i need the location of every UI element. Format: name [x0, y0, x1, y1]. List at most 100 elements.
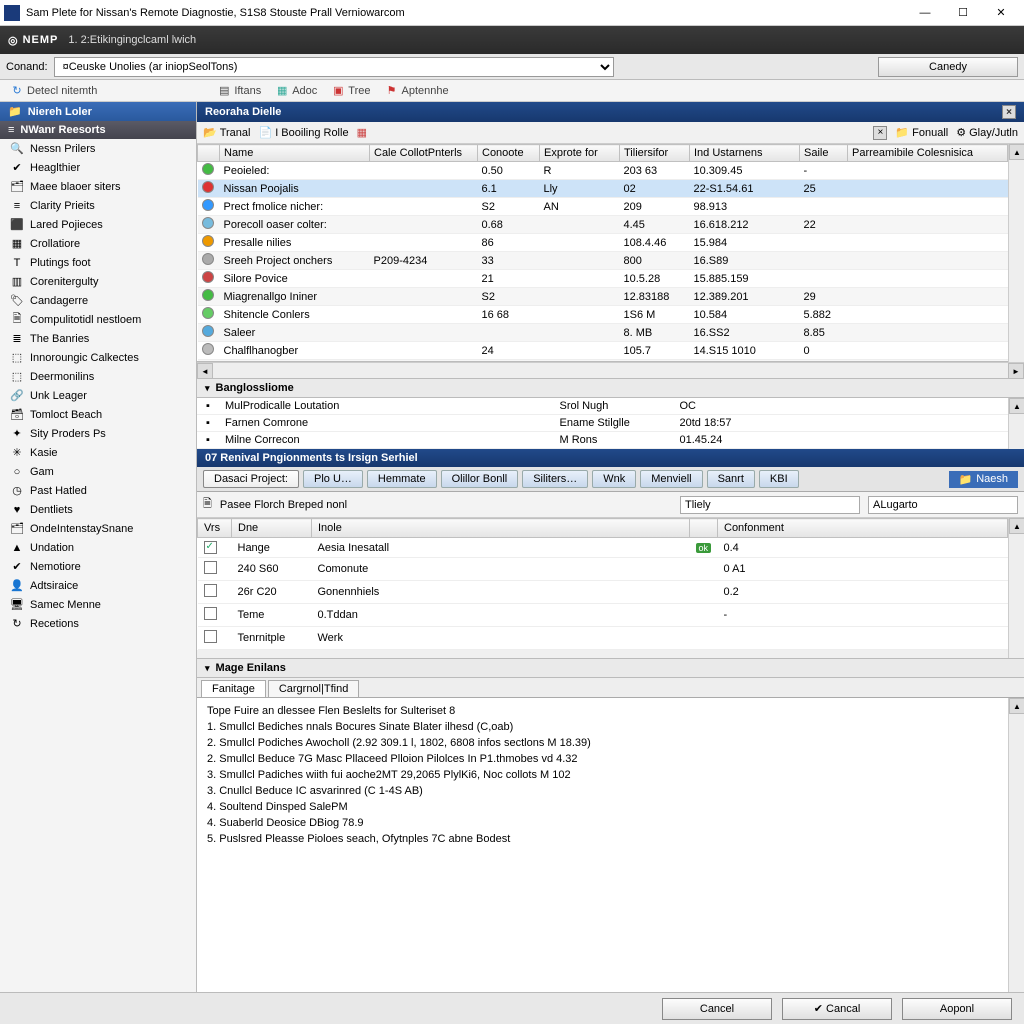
- cancel-button-1[interactable]: Cancel: [662, 998, 772, 1020]
- tranal-group[interactable]: 📂Tranal: [203, 126, 250, 139]
- table-row[interactable]: Miagrenallgo IninerS212.8318812.389.2012…: [198, 288, 1008, 306]
- sidebar-item[interactable]: ◷Past Hatled: [0, 481, 196, 500]
- adoc-item[interactable]: ▦Adoc: [271, 84, 321, 98]
- command-select[interactable]: ¤Ceuske Unolies (ar iniopSeolTons): [54, 57, 614, 77]
- sidebar-item[interactable]: ✔Heaglthier: [0, 158, 196, 177]
- cancel-button-2[interactable]: ✔ Cancal: [782, 998, 892, 1020]
- column-header[interactable]: Vrs: [198, 519, 232, 538]
- table-row[interactable]: Peoieled:0.50R203 6310.309.45-: [198, 162, 1008, 180]
- close-button[interactable]: ✕: [982, 2, 1020, 24]
- task-row[interactable]: TenrnitpleWerk: [198, 627, 1008, 650]
- tab[interactable]: Dasaci Project:: [203, 470, 299, 488]
- tree-item[interactable]: ▣Tree: [327, 84, 374, 98]
- sidebar-item[interactable]: ○Gam: [0, 462, 196, 481]
- sidebar-item[interactable]: ✔Nemotiore: [0, 557, 196, 576]
- table-row[interactable]: Sreeh Project onchersP209-42343380016.S8…: [198, 252, 1008, 270]
- msg-tab-1[interactable]: Cargrnol|Tfind: [268, 680, 360, 697]
- sidebar-item[interactable]: ≡Clarity Prieits: [0, 196, 196, 215]
- scroll-up-icon[interactable]: ▲: [1009, 144, 1024, 160]
- column-header[interactable]: Tiliersifor: [620, 145, 690, 162]
- tab[interactable]: KBI: [759, 470, 799, 488]
- table-row[interactable]: Nissan Poojalis6.1Lly0222-S1.54.6125: [198, 180, 1008, 198]
- iftans-item[interactable]: ▤Iftans: [213, 84, 265, 98]
- scroll-left-icon[interactable]: ◄: [197, 363, 213, 379]
- column-header[interactable]: Confonment: [718, 519, 1008, 538]
- tab[interactable]: Siliters…: [522, 470, 588, 488]
- sidebar-item[interactable]: ⬚Deermonilins: [0, 367, 196, 386]
- tab[interactable]: Olillor Bonll: [441, 470, 519, 488]
- aptennhe-item[interactable]: ⚑Aptennhe: [381, 84, 453, 98]
- column-header[interactable]: Inole: [312, 519, 690, 538]
- sidebar-item[interactable]: ⬚Innoroungic Calkectes: [0, 348, 196, 367]
- sidebar-item[interactable]: 🗃Tomloct Beach: [0, 405, 196, 424]
- table-row[interactable]: Shitencle Conlers16 681S6 M10.5845.882: [198, 306, 1008, 324]
- sidebar-item[interactable]: ✳Kasie: [0, 443, 196, 462]
- sidebar-item[interactable]: ♥Dentliets: [0, 500, 196, 519]
- tab[interactable]: Wnk: [592, 470, 636, 488]
- column-header[interactable]: Ind Ustarnens: [690, 145, 800, 162]
- checkbox[interactable]: [204, 584, 217, 597]
- minimize-button[interactable]: —: [906, 2, 944, 24]
- sidebar-item[interactable]: ▥Corenitergulty: [0, 272, 196, 291]
- projects-table-wrap[interactable]: NameCale CollotPnterlsConooteExprote for…: [197, 144, 1008, 362]
- fonuall-btn[interactable]: 📁Fonuall: [895, 126, 948, 139]
- upper-vscroll[interactable]: ▲: [1008, 144, 1024, 362]
- column-header[interactable]: Name: [220, 145, 370, 162]
- glay-btn[interactable]: ⚙Glay/Jutln: [956, 126, 1018, 139]
- checkbox[interactable]: [204, 561, 217, 574]
- details-section-header[interactable]: Banglossliome: [197, 378, 1024, 398]
- tasks-vscroll[interactable]: ▲: [1008, 518, 1024, 658]
- apply-button[interactable]: Aoponl: [902, 998, 1012, 1020]
- column-header[interactable]: Conoote: [478, 145, 540, 162]
- mash-button[interactable]: 📁Naesh: [949, 471, 1019, 488]
- filter-input-2[interactable]: [868, 496, 1018, 514]
- sidebar-item[interactable]: ✦Sity Proders Ps: [0, 424, 196, 443]
- sidebar-item[interactable]: 🖥Samec Menne: [0, 595, 196, 614]
- details-vscroll[interactable]: ▲: [1008, 398, 1024, 449]
- column-header[interactable]: [690, 519, 718, 538]
- column-header[interactable]: [198, 145, 220, 162]
- table-row[interactable]: Porecoll oaser colter:0.684.4516.618.212…: [198, 216, 1008, 234]
- upper-hscroll[interactable]: ◄ ►: [197, 362, 1024, 378]
- tab[interactable]: Menviell: [640, 470, 702, 488]
- tab[interactable]: Plo U…: [303, 470, 363, 488]
- checkbox[interactable]: [204, 541, 217, 554]
- messages-section-header[interactable]: Mage Enilans: [197, 658, 1024, 678]
- column-header[interactable]: Saile: [800, 145, 848, 162]
- task-row[interactable]: Teme0.Tddan-: [198, 604, 1008, 627]
- tab[interactable]: Hemmate: [367, 470, 437, 488]
- column-header[interactable]: Cale CollotPnterls: [370, 145, 478, 162]
- sidebar-item[interactable]: 🔗Unk Leager: [0, 386, 196, 405]
- maximize-button[interactable]: ☐: [944, 2, 982, 24]
- column-header[interactable]: Parreamibile Colesnisica: [848, 145, 1008, 162]
- filter-input-1[interactable]: [680, 496, 860, 514]
- sidebar-header-1[interactable]: 📁 Niereh Loler: [0, 102, 196, 121]
- upper-panel-close-icon[interactable]: ×: [1002, 105, 1016, 119]
- checkbox[interactable]: [204, 607, 217, 620]
- sidebar-item[interactable]: ≣The Banries: [0, 329, 196, 348]
- sidebar-item[interactable]: ▦Crollatiore: [0, 234, 196, 253]
- sidebar-item[interactable]: ⬛Lared Pojieces: [0, 215, 196, 234]
- sidebar-item[interactable]: ↻Recetions: [0, 614, 196, 633]
- table-row[interactable]: Silore Povice2110.5.2815.885.159: [198, 270, 1008, 288]
- table-row[interactable]: Saleer8. MB16.SS28.85: [198, 324, 1008, 342]
- sidebar-item[interactable]: ▲Undation: [0, 538, 196, 557]
- canedy-button[interactable]: Canedy: [878, 57, 1018, 77]
- checkbox[interactable]: [204, 630, 217, 643]
- export-icon-btn[interactable]: ▦: [357, 126, 367, 139]
- messages-vscroll[interactable]: ▲: [1008, 698, 1024, 992]
- sidebar-header-2[interactable]: ≡ NWanr Reesorts: [0, 121, 196, 139]
- sidebar-item[interactable]: 👤Adtsiraice: [0, 576, 196, 595]
- msg-tab-0[interactable]: Fanitage: [201, 680, 266, 697]
- detect-item[interactable]: ↻ Detecl nitemth: [6, 84, 101, 98]
- scroll-right-icon[interactable]: ►: [1008, 363, 1024, 379]
- sidebar-item[interactable]: 🗎Compulitotidl nestloem: [0, 310, 196, 329]
- tab[interactable]: Sanrt: [707, 470, 755, 488]
- task-row[interactable]: 26r C20Gonennhiels0.2: [198, 581, 1008, 604]
- sidebar-item[interactable]: 🏷Candagerre: [0, 291, 196, 310]
- table-row[interactable]: Chalflhanogber24105.714.S15 10100: [198, 342, 1008, 360]
- task-row[interactable]: HangeAesia Inesatallok0.4: [198, 538, 1008, 558]
- scroll-up-icon[interactable]: ▲: [1009, 398, 1024, 414]
- subtoolbar-close-icon[interactable]: ×: [873, 126, 887, 140]
- table-row[interactable]: Prect fmolice nicher:S2AN20998.913: [198, 198, 1008, 216]
